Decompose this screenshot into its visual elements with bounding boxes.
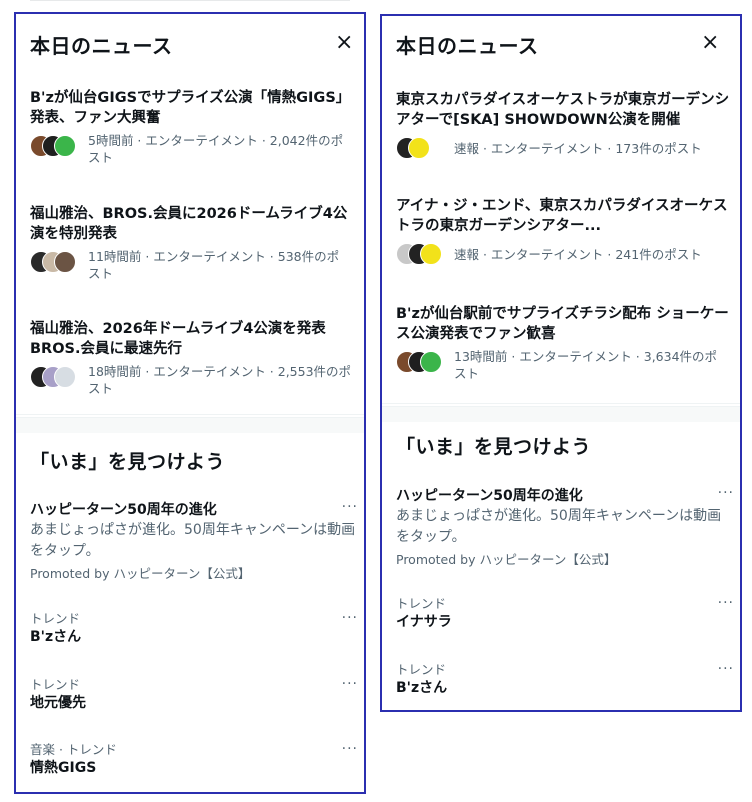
right-news-panel: 本日のニュース × 東京スカパラダイスオーケストラが東京ガーデンシアターで[SK… <box>380 14 742 712</box>
more-options-icon[interactable]: ··· <box>718 662 734 676</box>
section-divider <box>382 406 740 422</box>
avatar <box>420 243 442 265</box>
more-options-icon[interactable]: ··· <box>718 596 734 610</box>
promo-description: あまじょっぱさが進化。50周年キャンペーンは動画をタップ。 <box>396 508 722 545</box>
trend-title: B'zさん <box>30 629 82 645</box>
avatar <box>54 135 76 157</box>
promo-description: あまじょっぱさが進化。50周年キャンペーンは動画をタップ。 <box>30 522 356 559</box>
promoted-trend[interactable]: ハッピーターン50周年の進化 あまじょっぱさが進化。50周年キャンペーンは動画を… <box>396 486 734 569</box>
trend-title: 情熱GIGS <box>30 760 97 776</box>
avatar <box>54 251 76 273</box>
avatar <box>420 351 442 373</box>
trend-item[interactable]: トレンド B'zさん ··· <box>30 611 358 647</box>
trend-category: トレンド <box>30 677 81 692</box>
news-headline: B'zが仙台駅前でサプライズチラシ配布 ショーケース公演発表でファン歓喜 <box>396 306 729 342</box>
news-meta-continued: スト <box>88 381 114 396</box>
discover-section-title: 「いま」を見つけよう <box>30 451 226 473</box>
promoted-trend[interactable]: ハッピーターン50周年の進化 あまじょっぱさが進化。50周年キャンペーンは動画を… <box>30 500 358 583</box>
close-icon[interactable]: × <box>701 32 719 54</box>
trend-title: 地元優先 <box>30 695 86 711</box>
trend-category: 音楽 · トレンド <box>30 742 117 757</box>
more-options-icon[interactable]: ··· <box>342 677 358 691</box>
news-meta-continued: スト <box>88 266 114 281</box>
news-item[interactable]: 東京スカパラダイスオーケストラが東京ガーデンシアターで[SKA] SHOWDOW… <box>396 90 732 159</box>
trend-item[interactable]: 音楽 · トレンド 情熱GIGS ··· <box>30 742 358 778</box>
avatar <box>408 137 430 159</box>
news-meta: 13時間前 · エンターテイメント · 3,634件のポ <box>454 349 718 364</box>
more-options-icon[interactable]: ··· <box>342 742 358 756</box>
close-icon[interactable]: × <box>335 32 353 54</box>
trend-item[interactable]: トレンド B'zさん ··· <box>396 662 734 698</box>
divider <box>382 403 740 404</box>
trend-title: B'zさん <box>396 680 448 696</box>
news-headline: アイナ・ジ・エンド、東京スカパラダイスオーケストラの東京ガーデンシアター... <box>396 198 728 234</box>
promo-title: ハッピーターン50周年の進化 <box>396 488 583 504</box>
promo-title: ハッピーターン50周年の進化 <box>30 502 217 518</box>
trend-title: イナサラ <box>396 614 452 630</box>
news-headline: 東京スカパラダイスオーケストラが東京ガーデンシアターで[SKA] SHOWDOW… <box>396 92 730 128</box>
news-item[interactable]: アイナ・ジ・エンド、東京スカパラダイスオーケストラの東京ガーデンシアター... … <box>396 196 732 265</box>
news-item[interactable]: 福山雅治、BROS.会員に2026ドームライブ4公演を特別発表 11時間前 · … <box>30 204 356 282</box>
trend-category: トレンド <box>30 611 81 626</box>
more-options-icon[interactable]: ··· <box>718 486 734 500</box>
divider <box>16 414 364 415</box>
news-item[interactable]: B'zが仙台駅前でサプライズチラシ配布 ショーケース公演発表でファン歓喜 13時… <box>396 304 732 382</box>
promoted-by: Promoted by ハッピーターン【公式】 <box>396 552 617 567</box>
trend-item[interactable]: トレンド 地元優先 ··· <box>30 677 358 713</box>
news-item[interactable]: 福山雅治、2026年ドームライブ4公演を発表 BROS.会員に最速先行 18時間… <box>30 319 356 397</box>
news-meta: 18時間前 · エンターテイメント · 2,553件のポ <box>88 364 352 379</box>
discover-section-title: 「いま」を見つけよう <box>396 436 592 458</box>
news-meta: 速報 · エンターテイメント · 173件のポスト <box>454 141 702 156</box>
news-meta: 11時間前 · エンターテイメント · 538件のポ <box>88 249 340 264</box>
avatar <box>54 366 76 388</box>
news-meta: 速報 · エンターテイメント · 241件のポスト <box>454 247 702 262</box>
news-headline: 福山雅治、2026年ドームライブ4公演を発表 BROS.会員に最速先行 <box>30 321 326 357</box>
news-section-title: 本日のニュース <box>30 34 173 58</box>
news-meta-continued: スト <box>454 366 480 381</box>
news-headline: 福山雅治、BROS.会員に2026ドームライブ4公演を特別発表 <box>30 206 348 242</box>
more-options-icon[interactable]: ··· <box>342 500 358 514</box>
left-news-panel: 本日のニュース × B'zが仙台GIGSでサプライズ公演「情熱GIGS」発表、フ… <box>14 12 366 794</box>
section-divider <box>16 417 364 433</box>
top-edge-line <box>30 0 350 1</box>
news-headline: B'zが仙台GIGSでサプライズ公演「情熱GIGS」発表、ファン大興奮 <box>30 90 351 126</box>
trend-item[interactable]: トレンド イナサラ ··· <box>396 596 734 632</box>
trend-category: トレンド <box>396 596 447 611</box>
trend-category: トレンド <box>396 662 447 677</box>
news-meta-continued: スト <box>88 150 114 165</box>
news-meta: 5時間前 · エンターテイメント · 2,042件のポ <box>88 133 344 148</box>
news-item[interactable]: B'zが仙台GIGSでサプライズ公演「情熱GIGS」発表、ファン大興奮 5時間前… <box>30 88 356 166</box>
news-section-title: 本日のニュース <box>396 34 539 58</box>
promoted-by: Promoted by ハッピーターン【公式】 <box>30 566 251 581</box>
more-options-icon[interactable]: ··· <box>342 611 358 625</box>
